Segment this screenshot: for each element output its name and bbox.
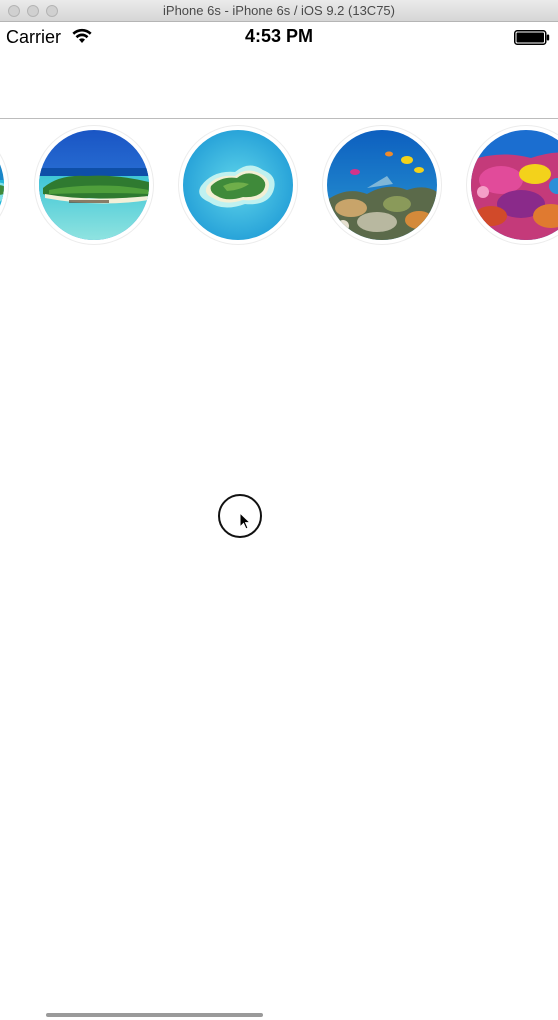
story-thumbnail — [471, 130, 558, 240]
ios-status-bar: Carrier 4:53 PM — [0, 22, 558, 54]
stories-strip[interactable] — [0, 119, 558, 249]
scroll-indicator — [46, 1013, 263, 1017]
status-time: 4:53 PM — [244, 26, 314, 46]
story-thumbnail — [183, 130, 293, 240]
story-thumbnail — [0, 130, 4, 240]
cursor-arrow-icon — [239, 512, 251, 530]
story-island-left-partial[interactable] — [0, 126, 8, 244]
story-coral-reef-colorful[interactable] — [467, 126, 558, 244]
story-thumbnail — [327, 130, 437, 240]
window-title: iPhone 6s - iPhone 6s / iOS 9.2 (13C75) — [163, 3, 395, 18]
story-island-aerial[interactable] — [179, 126, 297, 244]
story-coral-reef-fish[interactable] — [323, 126, 441, 244]
story-island-beach[interactable] — [35, 126, 153, 244]
window-titlebar: iPhone 6s - iPhone 6s / iOS 9.2 (13C75) — [0, 0, 558, 22]
battery-icon — [514, 30, 550, 45]
navigation-bar — [0, 54, 558, 119]
simulator-window: iPhone 6s - iPhone 6s / iOS 9.2 (13C75) … — [0, 0, 558, 1020]
story-thumbnail — [39, 130, 149, 240]
